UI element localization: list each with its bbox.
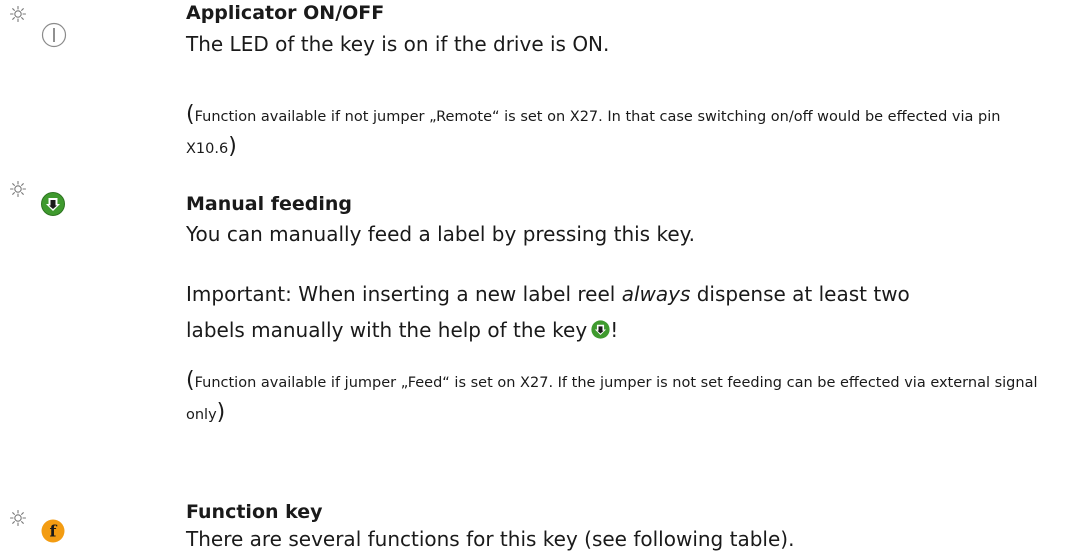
important-text: Important: When inserting a new label re…	[186, 276, 910, 348]
note-text: Function available if not jumper „Remote…	[186, 109, 1001, 157]
important-part-2: dispense at least two	[690, 282, 910, 306]
note-close-paren: )	[228, 134, 237, 159]
feed-key-icon[interactable]	[41, 192, 65, 216]
feed-key-icon	[591, 320, 610, 339]
sun-icon	[10, 510, 26, 526]
sun-icon	[10, 181, 26, 197]
note-open-paren: (	[186, 102, 195, 127]
function-key-letter: f	[50, 522, 58, 541]
section-title-applicator: Applicator ON/OFF	[186, 2, 385, 24]
important-emphasis: always	[621, 282, 691, 306]
function-key-icon[interactable]: f	[41, 519, 65, 543]
note-text: Function available if jumper „Feed“ is s…	[186, 375, 1038, 423]
section-note-manual-feeding: (Function available if jumper „Feed“ is …	[186, 366, 1046, 430]
note-open-paren: (	[186, 368, 195, 393]
section-title-function-key: Function key	[186, 501, 323, 523]
section-note-applicator: (Function available if not jumper „Remot…	[186, 100, 1046, 164]
section-body-function-key: There are several functions for this key…	[186, 527, 795, 551]
power-key-icon[interactable]	[41, 22, 67, 48]
section-body-manual-feeding: You can manually feed a label by pressin…	[186, 222, 695, 246]
important-part-1: Important: When inserting a new label re…	[186, 282, 622, 306]
section-body-applicator: The LED of the key is on if the drive is…	[186, 32, 610, 56]
section-title-manual-feeding: Manual feeding	[186, 193, 353, 215]
note-close-paren: )	[216, 400, 226, 425]
important-part-3: labels manually with the help of the key	[186, 318, 588, 342]
sun-icon	[10, 6, 26, 22]
important-end: !	[610, 318, 619, 342]
